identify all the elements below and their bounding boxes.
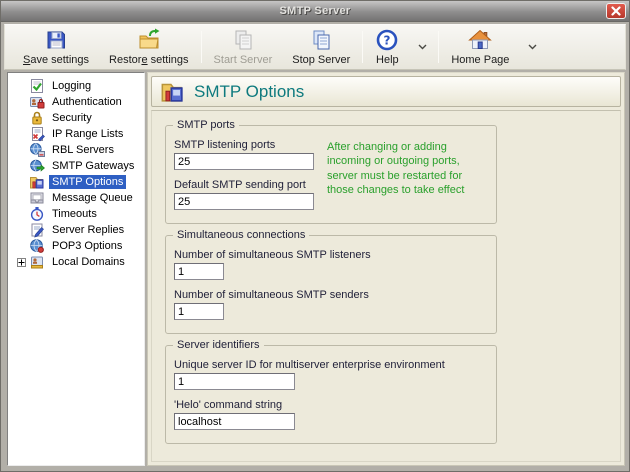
sidebar-item-label: Authentication <box>52 96 122 108</box>
smtp-options-icon <box>29 174 45 190</box>
server-replies-icon <box>29 222 45 238</box>
titlebar[interactable]: SMTP Server <box>1 1 629 22</box>
options-panel: SMTP ports SMTP listening ports Default SM… <box>151 110 621 462</box>
help-label: Help <box>376 54 399 66</box>
sidebar-item-rbl-servers[interactable]: RBL Servers <box>8 142 144 158</box>
number-of-simultaneous-smtp-listeners-input[interactable] <box>174 263 224 280</box>
toolbar: Save settings Restore settings Start Serve… <box>4 24 626 70</box>
help-button[interactable]: ? Help <box>365 27 409 67</box>
sidebar-item-local-domains[interactable]: Local Domains <box>8 254 144 270</box>
number-of-simultaneous-smtp-senders-label: Number of simultaneous SMTP senders <box>174 289 369 301</box>
start-server-label: Start Server <box>213 54 273 66</box>
close-button[interactable] <box>606 3 626 19</box>
pop3-options-icon <box>29 238 45 254</box>
default-smtp-sending-port-input[interactable] <box>174 193 314 210</box>
sidebar-item-label: POP3 Options <box>52 240 123 252</box>
restore-folder-icon <box>137 28 161 52</box>
group-title: Simultaneous connections <box>173 229 310 241</box>
restore-settings-label: Restore settings <box>109 54 189 66</box>
svg-text:?: ? <box>384 34 391 48</box>
home-page-label: Home Page <box>451 54 510 66</box>
sidebar-item-label: SMTP Gateways <box>52 160 135 172</box>
restore-settings-button[interactable]: Restore settings <box>99 27 199 67</box>
number-of-simultaneous-smtp-senders-input[interactable] <box>174 303 224 320</box>
start-server-icon <box>231 28 255 52</box>
app-window: SMTP Server Save settings Restore setting… <box>0 0 630 472</box>
sidebar-item-smtp-options[interactable]: SMTP Options <box>8 174 144 190</box>
unique-server-id-for-multiserver-enterprise-environment-label: Unique server ID for multiserver enterpr… <box>174 359 445 371</box>
group-server-identifiers: Server identifiers Unique server ID for m… <box>165 339 497 444</box>
floppy-disk-icon <box>44 28 68 52</box>
help-icon: ? <box>375 28 399 52</box>
expander-plus-icon[interactable] <box>14 257 29 267</box>
sidebar-item-ip-range-lists[interactable]: IP Range Lists <box>8 126 144 142</box>
sidebar-item-label: Server Replies <box>52 224 125 236</box>
sidebar-item-smtp-gateways[interactable]: SMTP Gateways <box>8 158 144 174</box>
timeouts-icon <box>29 206 45 222</box>
sidebar-item-label: Logging <box>52 80 92 92</box>
smtp-options-icon <box>160 79 185 104</box>
main-panel: SMTP Options SMTP ports SMTP listening po… <box>147 72 625 466</box>
sidebar-item-server-replies[interactable]: Server Replies <box>8 222 144 238</box>
smtp-listening-ports-input[interactable] <box>174 153 314 170</box>
sidebar-item-label: SMTP Options <box>49 175 127 189</box>
page-title: SMTP Options <box>194 81 305 101</box>
logging-icon <box>29 78 45 94</box>
authentication-icon <box>29 94 45 110</box>
unique-server-id-for-multiserver-enterprise-environment-input[interactable] <box>174 373 295 390</box>
save-settings-label: Save settings <box>23 54 90 66</box>
smtp-listening-ports-label: SMTP listening ports <box>174 139 276 151</box>
toolbar-separator <box>362 31 364 63</box>
sidebar-item-security[interactable]: Security <box>8 110 144 126</box>
sidebar-item-label: IP Range Lists <box>52 128 124 140</box>
start-server-button: Start Server <box>204 27 283 67</box>
sidebar-tree: Logging Authentication Security IP Range Li… <box>7 72 145 466</box>
save-settings-button[interactable]: Save settings <box>13 27 99 67</box>
message-queue-icon <box>29 190 45 206</box>
sidebar-item-message-queue[interactable]: Message Queue <box>8 190 144 206</box>
window-title: SMTP Server <box>279 5 351 17</box>
close-icon <box>611 6 621 16</box>
sidebar-item-label: Message Queue <box>52 192 133 204</box>
stop-server-label: Stop Server <box>292 54 351 66</box>
smtp-gateways-icon <box>29 158 45 174</box>
ip-range-lists-icon <box>29 126 45 142</box>
home-icon <box>468 28 493 52</box>
sidebar-item-logging[interactable]: Logging <box>8 78 144 94</box>
rbl-servers-icon <box>29 142 45 158</box>
page-header: SMTP Options <box>151 76 621 107</box>
chevron-down-icon <box>528 44 537 50</box>
group-smtp-ports: SMTP ports SMTP listening ports Default SM… <box>165 119 497 224</box>
home-page-button[interactable]: Home Page <box>441 27 519 67</box>
sidebar-item-label: Security <box>52 112 92 124</box>
group-title: SMTP ports <box>173 119 239 131</box>
home-page-dropdown-button[interactable] <box>519 27 546 67</box>
stop-server-icon <box>309 28 333 52</box>
sidebar-item-label: Timeouts <box>52 208 97 220</box>
helo-command-string-input[interactable] <box>174 413 295 430</box>
sidebar-item-label: RBL Servers <box>52 144 114 156</box>
local-domains-icon <box>29 254 45 270</box>
sidebar-item-label: Local Domains <box>52 256 125 268</box>
sidebar-item-authentication[interactable]: Authentication <box>8 94 144 110</box>
chevron-down-icon <box>418 44 427 50</box>
sidebar-item-pop3-options[interactable]: POP3 Options <box>8 238 144 254</box>
content-area: Logging Authentication Security IP Range Li… <box>7 72 625 466</box>
sidebar-item-timeouts[interactable]: Timeouts <box>8 206 144 222</box>
default-smtp-sending-port-label: Default SMTP sending port <box>174 179 306 191</box>
stop-server-button[interactable]: Stop Server <box>282 27 360 67</box>
group-simultaneous-connections: Simultaneous connections Number of simult… <box>165 229 497 334</box>
security-icon <box>29 110 45 126</box>
help-dropdown-button[interactable] <box>409 27 436 67</box>
toolbar-separator <box>438 31 440 63</box>
toolbar-separator <box>200 31 202 63</box>
group-title: Server identifiers <box>173 339 264 351</box>
number-of-simultaneous-smtp-listeners-label: Number of simultaneous SMTP listeners <box>174 249 371 261</box>
helo-command-string-label: 'Helo' command string <box>174 399 283 411</box>
restart-required-note: After changing or adding incoming or out… <box>327 141 465 196</box>
